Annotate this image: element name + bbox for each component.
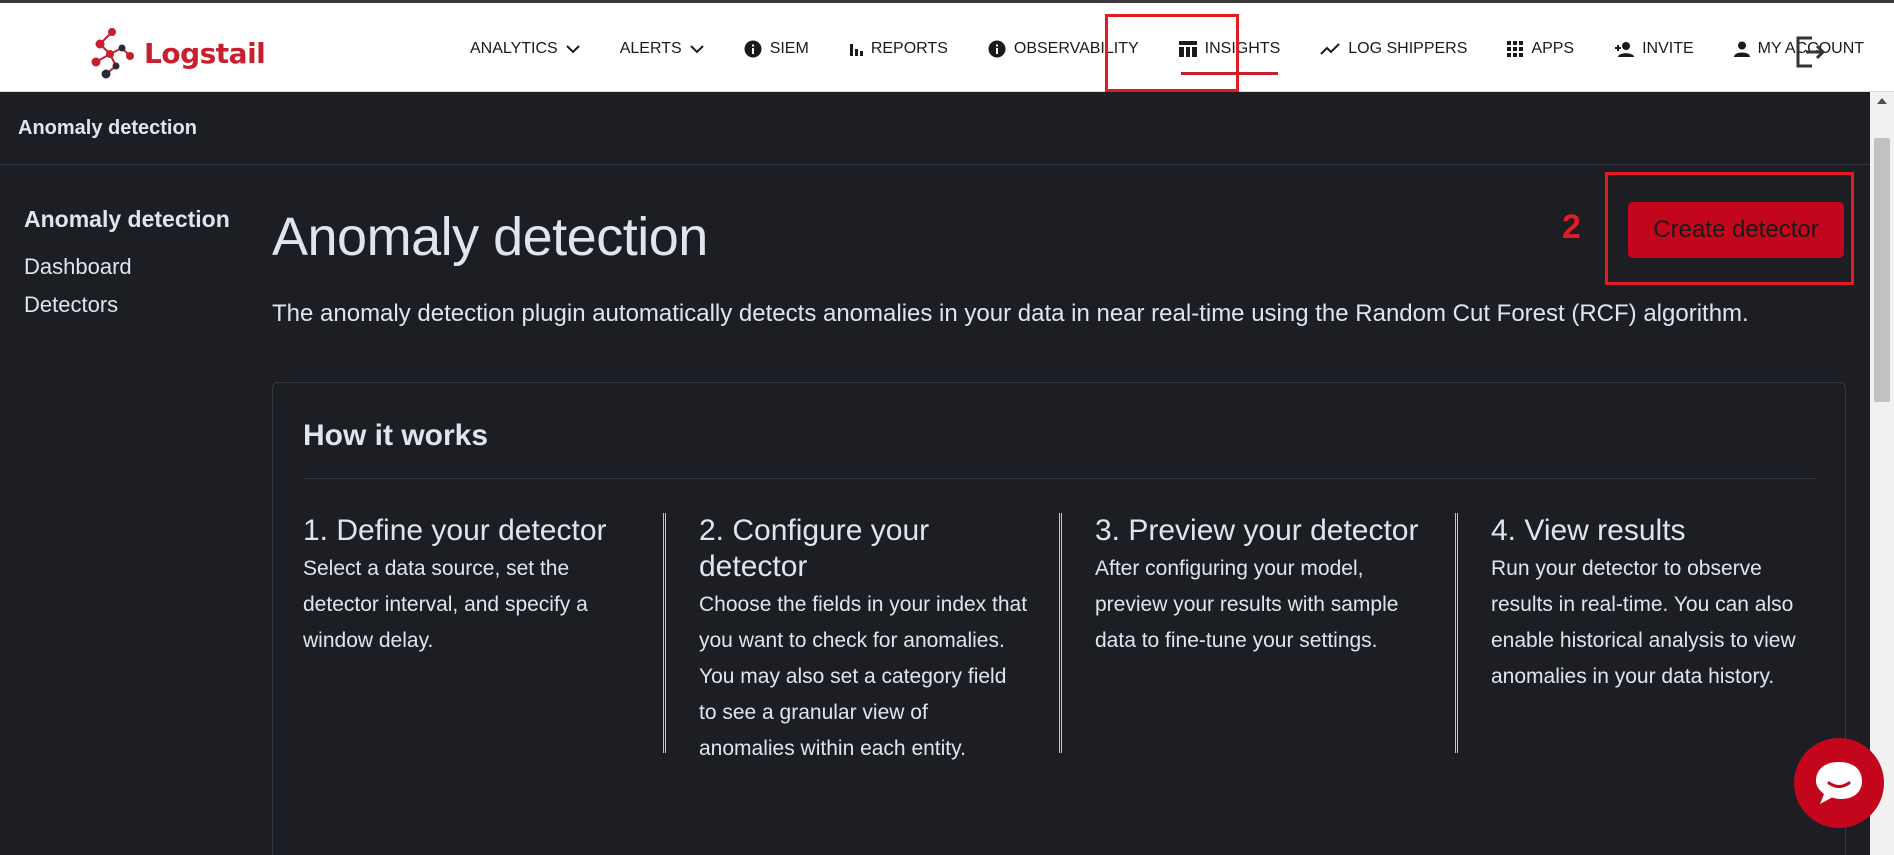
page-description: The anomaly detection plugin automatical… <box>272 300 1749 327</box>
nav-label: ALERTS <box>619 40 682 57</box>
step-divider <box>663 513 666 753</box>
annotation-number-2: 2 <box>1562 208 1581 246</box>
panel-divider <box>303 478 1815 479</box>
info-icon <box>744 40 762 58</box>
step-title: 2. Configure your detector <box>699 514 930 583</box>
logo-text: Logstail <box>144 36 266 70</box>
step-text: After configuring your model, preview yo… <box>1095 557 1399 652</box>
annotation-box-create-detector <box>1605 172 1854 285</box>
step-view-results: 4. View results Run your detector to obs… <box>1491 513 1821 695</box>
logout-icon[interactable] <box>1794 35 1826 69</box>
chevron-down-icon <box>566 45 580 54</box>
chat-bubble-icon <box>1816 762 1862 804</box>
page-title: Anomaly detection <box>272 207 708 267</box>
step-text: Choose the fields in your index that you… <box>699 593 1028 760</box>
step-preview: 3. Preview your detector After configuri… <box>1095 513 1425 659</box>
person-icon <box>1733 41 1750 57</box>
sidebar-title[interactable]: Anomaly detection <box>24 206 230 233</box>
chat-widget-button[interactable] <box>1794 738 1884 828</box>
scroll-thumb[interactable] <box>1874 138 1890 402</box>
chevron-down-icon <box>689 45 704 54</box>
step-title: 1. Define your detector <box>303 514 607 547</box>
nav-analytics[interactable]: ANALYTICS <box>450 3 600 95</box>
how-it-works-title: How it works <box>303 419 489 452</box>
grid-icon <box>1507 41 1524 57</box>
step-divider <box>1059 513 1062 753</box>
sidebar-item-detectors[interactable]: Detectors <box>24 292 118 318</box>
nav-invite[interactable]: INVITE <box>1594 3 1714 95</box>
how-it-works-panel: How it works 1. Define your detector Sel… <box>272 382 1846 855</box>
step-divider <box>1455 513 1458 753</box>
scroll-up-arrow-icon[interactable] <box>1877 98 1887 104</box>
logo-mark-icon <box>91 28 134 79</box>
step-define: 1. Define your detector Select a data so… <box>303 513 633 659</box>
page-header: Anomaly detection <box>0 92 1870 165</box>
nav-alerts[interactable]: ALERTS <box>600 3 724 95</box>
nav-label: REPORTS <box>870 40 948 57</box>
info-icon <box>988 40 1006 58</box>
person-add-icon <box>1615 42 1635 57</box>
step-title: 4. View results <box>1491 514 1686 547</box>
step-text: Select a data source, set the detector i… <box>303 557 588 652</box>
nav-label: SIEM <box>769 40 809 57</box>
nav-reports[interactable]: REPORTS <box>829 3 968 95</box>
nav-label: LOG SHIPPERS <box>1348 40 1468 57</box>
nav-label: ANALYTICS <box>470 40 558 57</box>
sidebar-item-dashboard[interactable]: Dashboard <box>24 254 132 280</box>
top-navbar: Logstail ANALYTICS ALERTS SIEM REPORTS O… <box>0 0 1894 92</box>
nav-label: APPS <box>1531 40 1575 57</box>
step-text: Run your detector to observe results in … <box>1491 557 1796 688</box>
nav-log-shippers[interactable]: LOG SHIPPERS <box>1300 3 1487 95</box>
trend-line-icon <box>1320 43 1340 55</box>
bar-chart-icon <box>849 44 863 56</box>
page-header-title: Anomaly detection <box>18 117 197 139</box>
nav-apps[interactable]: APPS <box>1487 3 1594 95</box>
logo[interactable]: Logstail <box>86 23 266 83</box>
annotation-box-insights <box>1105 14 1239 92</box>
nav-label: INVITE <box>1642 40 1694 57</box>
step-title: 3. Preview your detector <box>1095 514 1419 547</box>
step-configure: 2. Configure your detector Choose the fi… <box>699 513 1029 767</box>
nav-siem[interactable]: SIEM <box>724 3 829 95</box>
